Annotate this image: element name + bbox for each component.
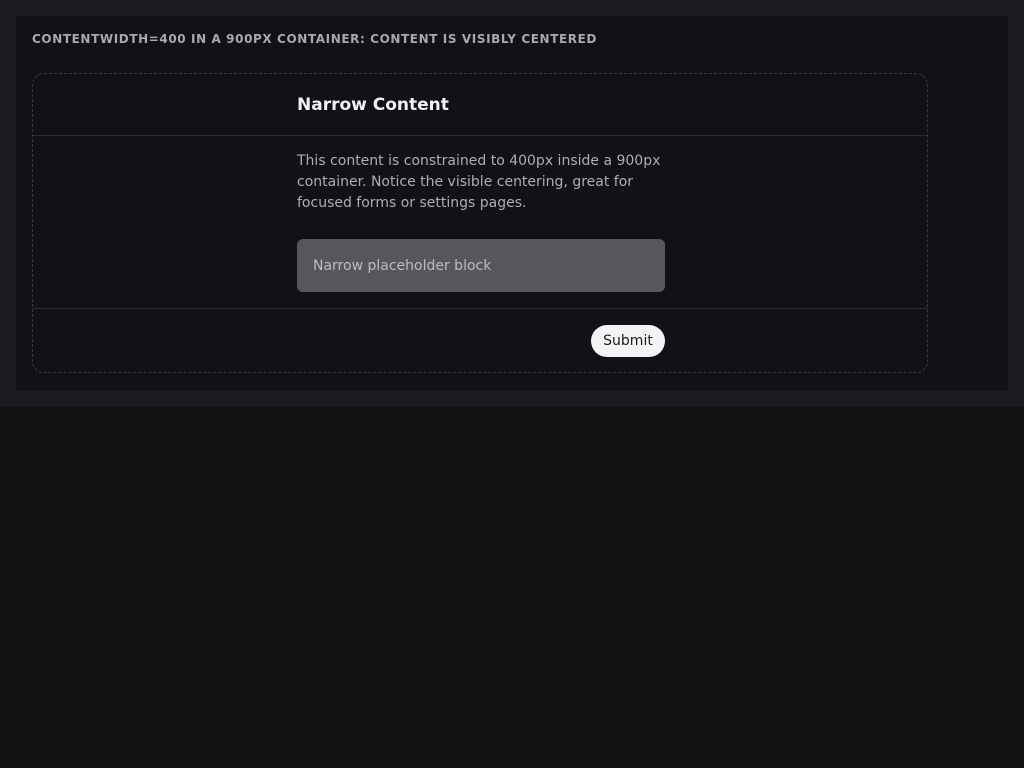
header-divider <box>33 135 927 136</box>
card-title: Narrow Content <box>297 95 449 115</box>
demo-caption: CONTENTWIDTH=400 IN A 900PX CONTAINER: C… <box>32 32 597 46</box>
narrow-content-card: Narrow Content This content is constrain… <box>32 73 928 373</box>
placeholder-block: Narrow placeholder block <box>297 239 665 292</box>
footer-divider <box>33 308 927 309</box>
demo-panel: CONTENTWIDTH=400 IN A 900PX CONTAINER: C… <box>16 16 1008 391</box>
card-description: This content is constrained to 400px ins… <box>297 153 661 211</box>
submit-button[interactable]: Submit <box>591 325 665 357</box>
placeholder-label: Narrow placeholder block <box>313 257 492 274</box>
page-background: CONTENTWIDTH=400 IN A 900PX CONTAINER: C… <box>0 0 1024 407</box>
